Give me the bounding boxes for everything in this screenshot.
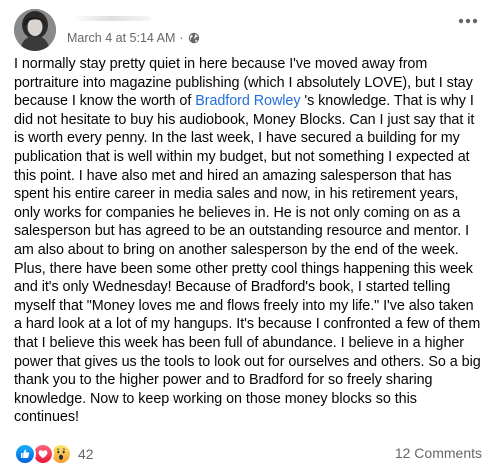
facebook-post: March 4 at 5:14 AM · I normally stay pre… xyxy=(0,0,493,475)
post-text: I normally stay pretty quiet in here bec… xyxy=(14,55,482,427)
post-footer: 42 12 Comments xyxy=(14,441,482,465)
post-header: March 4 at 5:14 AM · xyxy=(14,9,482,53)
post-body: I normally stay pretty quiet in here bec… xyxy=(14,55,482,427)
more-horizontal-icon[interactable] xyxy=(456,11,480,31)
reactions-summary[interactable]: 42 xyxy=(14,443,94,465)
globe-icon[interactable] xyxy=(188,32,200,44)
post-text-part-2: 's knowledge. That is why I did not hesi… xyxy=(14,93,481,426)
reaction-count[interactable]: 42 xyxy=(78,446,94,462)
mention-link[interactable]: Bradford Rowley xyxy=(195,93,300,109)
post-timestamp[interactable]: March 4 at 5:14 AM xyxy=(67,31,175,45)
avatar-photo xyxy=(14,9,56,51)
comments-count-link[interactable]: 12 Comments xyxy=(395,445,482,461)
author-name[interactable] xyxy=(67,11,157,25)
meta-separator: · xyxy=(179,31,184,45)
avatar[interactable] xyxy=(14,9,56,51)
like-icon xyxy=(14,443,36,465)
post-meta: March 4 at 5:14 AM · xyxy=(67,31,200,45)
redacted-name-blur xyxy=(71,16,151,21)
